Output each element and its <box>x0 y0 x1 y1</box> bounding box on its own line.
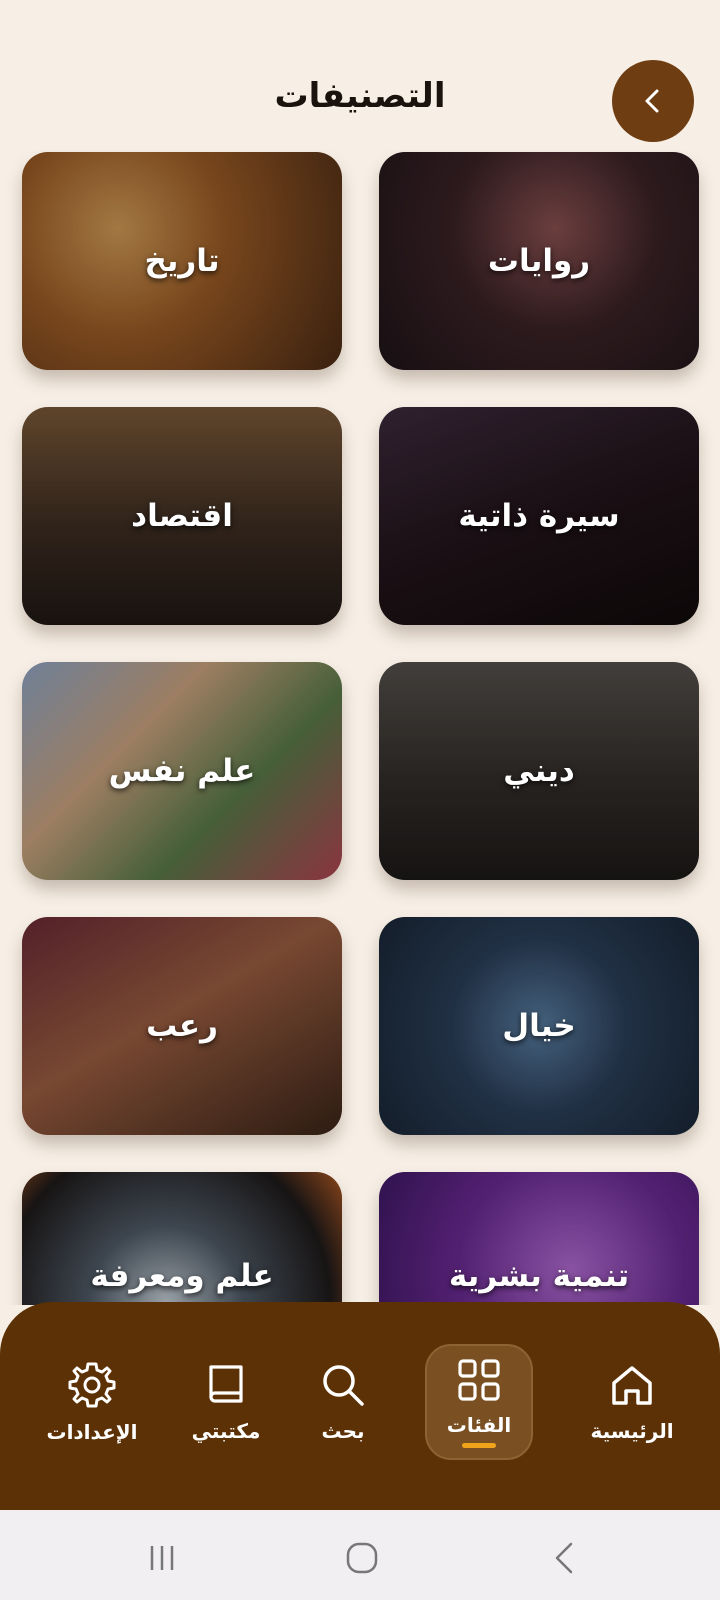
category-label: روايات <box>487 243 591 279</box>
category-card-psychology[interactable]: علم نفس <box>22 662 342 880</box>
category-label: ديني <box>503 753 575 789</box>
category-label: خيال <box>502 1008 576 1044</box>
nav-item-categories[interactable]: الفئات <box>425 1344 533 1460</box>
category-card-self-development[interactable]: تنمية بشرية <box>379 1172 699 1305</box>
active-indicator <box>462 1442 496 1448</box>
bottom-navigation: الرئيسية الفئات بحث مكتبتي الإعدادات <box>0 1302 720 1510</box>
gear-icon <box>68 1362 116 1408</box>
book-icon <box>209 1365 243 1403</box>
nav-label: الإعدادات <box>46 1420 138 1444</box>
recent-apps-icon <box>150 1546 174 1570</box>
category-card-economy[interactable]: اقتصاد <box>22 407 342 625</box>
category-label: اقتصاد <box>131 498 233 534</box>
nav-label: الفئات <box>446 1412 512 1437</box>
chevron-left-icon <box>645 89 659 113</box>
category-label: تاريخ <box>144 243 220 279</box>
back-system-button[interactable] <box>545 1538 585 1578</box>
nav-item-search[interactable]: بحث <box>278 1344 408 1460</box>
category-label: رعب <box>146 1008 218 1044</box>
category-card-history[interactable]: تاريخ <box>22 152 342 370</box>
back-arrow-icon <box>555 1542 573 1574</box>
categories-grid: روايات تاريخ سيرة ذاتية اقتصاد ديني علم … <box>0 150 720 1305</box>
category-label: سيرة ذاتية <box>458 498 620 534</box>
category-card-biography[interactable]: سيرة ذاتية <box>379 407 699 625</box>
nav-item-my-library[interactable]: مكتبتي <box>161 1344 291 1460</box>
category-label: تنمية بشرية <box>448 1258 630 1294</box>
recent-apps-button[interactable] <box>142 1538 182 1578</box>
category-card-novels[interactable]: روايات <box>379 152 699 370</box>
home-circle-icon <box>346 1542 378 1574</box>
category-label: علم ومعرفة <box>90 1258 274 1294</box>
nav-item-home[interactable]: الرئيسية <box>567 1344 697 1460</box>
category-card-science[interactable]: علم ومعرفة <box>22 1172 342 1305</box>
system-navigation-bar <box>0 1510 720 1600</box>
back-button[interactable] <box>612 60 694 142</box>
nav-label: بحث <box>321 1419 365 1443</box>
category-card-fantasy[interactable]: خيال <box>379 917 699 1135</box>
top-header: التصنيفات <box>0 50 720 150</box>
nav-label: مكتبتي <box>191 1419 261 1443</box>
category-card-horror[interactable]: رعب <box>22 917 342 1135</box>
category-card-religious[interactable]: ديني <box>379 662 699 880</box>
home-system-button[interactable] <box>342 1538 382 1578</box>
home-icon <box>612 1366 652 1405</box>
grid-icon <box>458 1358 500 1401</box>
search-icon <box>323 1365 364 1406</box>
nav-label: الرئيسية <box>590 1419 674 1443</box>
nav-item-settings[interactable]: الإعدادات <box>27 1344 157 1460</box>
category-label: علم نفس <box>108 753 256 789</box>
